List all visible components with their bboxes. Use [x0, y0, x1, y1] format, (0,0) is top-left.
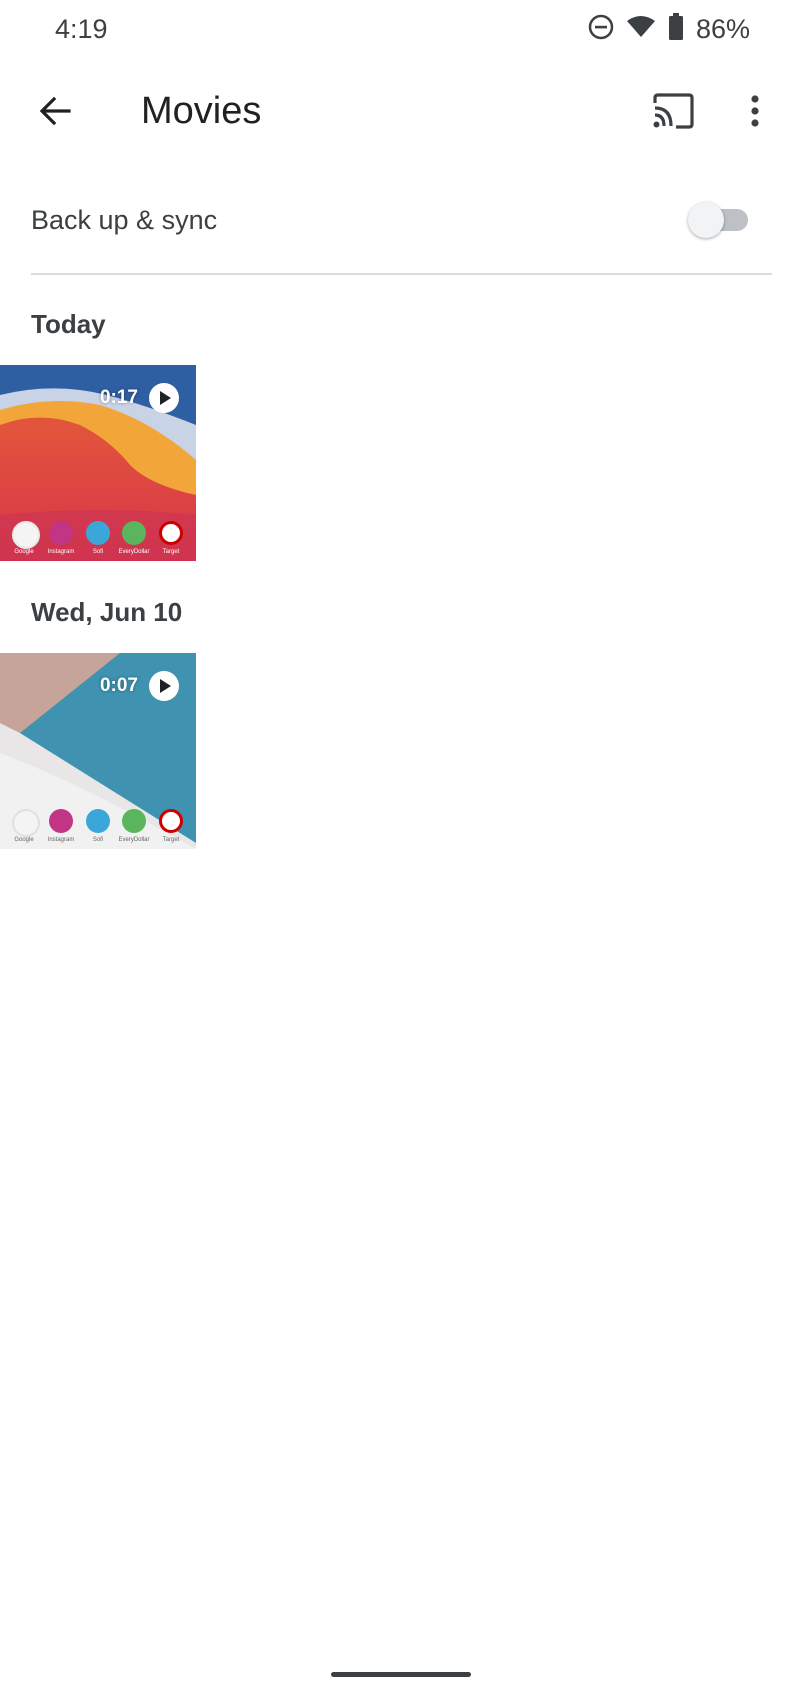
google-app-icon — [12, 809, 40, 837]
page-title: Movies — [141, 90, 262, 132]
wifi-icon — [626, 15, 656, 44]
everydollar-app-icon — [122, 521, 146, 545]
play-icon — [149, 383, 179, 413]
battery-percent: 86% — [695, 13, 750, 44]
section-header-today: Today — [31, 309, 106, 339]
dock-label: Google — [14, 549, 34, 555]
more-options-button[interactable] — [722, 80, 788, 146]
video-duration: 0:17 — [99, 387, 138, 408]
video-duration: 0:07 — [99, 675, 138, 696]
dock-label: Google — [14, 837, 34, 843]
dock-label: EveryDollar — [118, 837, 150, 843]
backup-sync-label: Back up & sync — [31, 205, 218, 235]
sofi-app-icon — [86, 521, 110, 545]
video-thumbnail[interactable]: 0:17 Google Instagram Sofi EveryDollar T… — [0, 365, 196, 561]
cast-button[interactable] — [640, 80, 706, 146]
everydollar-app-icon — [122, 809, 146, 833]
status-icons: 86% — [588, 10, 750, 48]
backup-sync-row[interactable]: Back up & sync — [0, 180, 800, 260]
section-header-jun-10: Wed, Jun 10 — [31, 597, 183, 627]
battery-icon — [668, 12, 684, 46]
dock-label: Sofi — [92, 837, 104, 843]
status-time: 4:19 — [55, 14, 108, 44]
thumbnail-dock: Google Instagram Sofi EveryDollar Target — [0, 799, 196, 849]
cast-icon — [651, 92, 695, 134]
back-arrow-icon — [38, 94, 72, 133]
instagram-app-icon — [49, 521, 73, 545]
dock-label: Target — [162, 837, 180, 843]
instagram-app-icon — [49, 809, 73, 833]
thumbnail-dock: Google Instagram Sofi EveryDollar Target — [0, 511, 196, 561]
backup-sync-toggle[interactable] — [688, 202, 750, 238]
divider — [31, 273, 772, 275]
gesture-nav-handle[interactable] — [331, 1672, 471, 1677]
play-icon — [149, 671, 179, 701]
video-thumbnail[interactable]: 0:07 Google Instagram Sofi EveryDollar T… — [0, 653, 196, 849]
target-app-icon — [159, 521, 183, 545]
do-not-disturb-icon — [588, 14, 614, 45]
toggle-thumb — [688, 202, 724, 238]
dock-label: Instagram — [47, 837, 75, 843]
dock-label: Instagram — [47, 549, 75, 555]
more-vert-icon — [750, 94, 760, 133]
back-button[interactable] — [22, 80, 88, 146]
google-app-icon — [12, 521, 40, 549]
dock-label: EveryDollar — [118, 549, 150, 555]
sofi-app-icon — [86, 809, 110, 833]
target-app-icon — [159, 809, 183, 833]
dock-label: Sofi — [92, 549, 104, 555]
dock-label: Target — [162, 549, 180, 555]
